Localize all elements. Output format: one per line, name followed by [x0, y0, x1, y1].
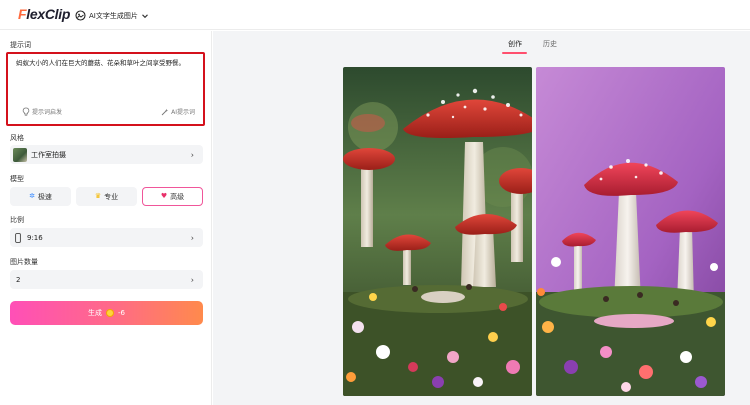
heart-icon: ♥ [160, 192, 168, 200]
generate-cost: -6 [118, 309, 125, 317]
ai-prompt-label: AI提示词 [171, 109, 195, 116]
lightbulb-icon [22, 107, 30, 116]
style-thumbnail [13, 147, 27, 162]
generated-image-1[interactable] [343, 67, 532, 396]
chevron-right-icon: › [190, 150, 194, 159]
snowflake-icon: ✲ [29, 192, 35, 200]
generate-label: 生成 [88, 309, 102, 317]
magic-wand-icon [161, 108, 169, 115]
prompt-inspire-button[interactable]: 提示词启发 [22, 107, 62, 116]
prompt-text[interactable]: 蚂蚁大小的人们在巨大的蘑菇、花朵和草叶之间享受野餐。 [16, 59, 196, 68]
model-fast-button[interactable]: ✲ 极速 [10, 187, 71, 206]
model-advanced-button[interactable]: ♥ 高级 [142, 187, 203, 206]
style-value: 工作室拍摄 [31, 150, 66, 159]
ratio-value: 9:16 [27, 233, 43, 242]
chevron-right-icon: › [190, 233, 194, 242]
style-label: 风格 [10, 134, 24, 142]
image-count-select[interactable]: 2 › [10, 270, 203, 289]
prompt-inspire-label: 提示词启发 [32, 109, 63, 116]
prompt-input[interactable]: 蚂蚁大小的人们在巨大的蘑菇、花朵和草叶之间享受野餐。 提示词启发 AI提示词 [6, 52, 205, 126]
generated-image-2[interactable] [536, 67, 725, 396]
style-select[interactable]: 工作室拍摄 › [10, 145, 203, 164]
ai-prompt-button[interactable]: AI提示词 [161, 107, 195, 116]
ratio-label: 比例 [10, 216, 24, 224]
tab-history[interactable]: 历史 [543, 39, 557, 49]
chevron-right-icon: › [190, 275, 194, 284]
crown-icon: ♛ [94, 192, 102, 200]
active-tab-indicator [502, 52, 527, 54]
model-label: 模型 [10, 175, 24, 183]
mode-label: AI文字生成图片 [89, 11, 138, 20]
top-bar: FlexClip AI文字生成图片 [0, 0, 750, 30]
image-ai-icon [75, 10, 86, 21]
model-selector: ✲ 极速 ♛ 专业 ♥ 高级 [10, 187, 203, 206]
portrait-ratio-icon [15, 232, 21, 243]
coin-icon [106, 309, 114, 317]
mode-switcher[interactable]: AI文字生成图片 [75, 9, 149, 22]
model-pro-button[interactable]: ♛ 专业 [76, 187, 137, 206]
generate-button[interactable]: 生成 -6 [10, 301, 203, 325]
image-count-label: 图片数量 [10, 258, 38, 266]
image-count-value: 2 [16, 275, 21, 284]
ratio-select[interactable]: 9:16 › [10, 228, 203, 247]
results-panel: 创作 历史 [213, 31, 750, 405]
prompt-label: 提示词 [10, 41, 31, 49]
flexclip-logo[interactable]: FlexClip [18, 6, 70, 22]
chevron-down-icon [141, 13, 148, 18]
tab-create[interactable]: 创作 [508, 39, 522, 49]
